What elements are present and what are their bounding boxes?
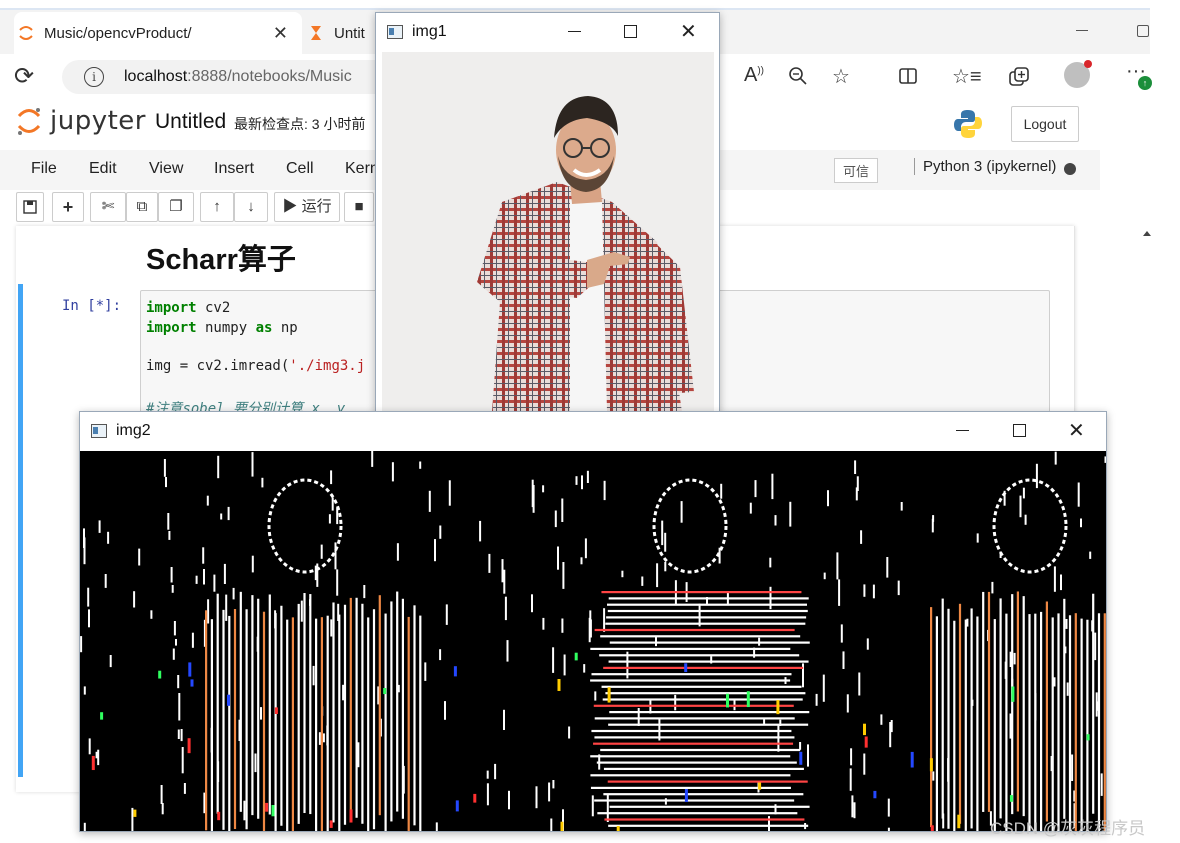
trusted-badge[interactable]: 可信 (834, 158, 879, 183)
add-cell-button[interactable]: + (52, 192, 84, 222)
url-path: :8888/notebooks/Music (187, 68, 352, 85)
update-badge: ↑ (1138, 76, 1152, 90)
stop-icon: ■ (354, 198, 364, 215)
move-down-icon: ↓ (247, 198, 255, 215)
person-photo (477, 96, 694, 412)
copy-button[interactable]: ⧉ (126, 192, 158, 222)
minimize-icon[interactable] (956, 430, 969, 431)
csdn-watermark: CSDN @灰灰程序员 (990, 819, 1146, 838)
cut-button[interactable]: ✄ (90, 192, 126, 222)
menu-cell[interactable]: Cell (286, 160, 314, 178)
close-tab-icon[interactable]: ✕ (273, 23, 288, 44)
hourglass-icon (311, 26, 321, 40)
kernel-busy-indicator (1064, 163, 1076, 175)
cv-app-icon (387, 25, 403, 39)
profile-avatar[interactable] (1064, 60, 1092, 88)
menu-edit[interactable]: Edit (89, 160, 117, 178)
scharr-edge-image (80, 451, 1106, 831)
cell-prompt: In [*]: (62, 298, 122, 314)
jupyter-logo-icon[interactable] (16, 106, 42, 136)
reload-icon[interactable]: ⟳ (14, 62, 34, 91)
close-icon[interactable]: ✕ (680, 19, 697, 43)
cv-window-titlebar[interactable]: img1 ✕ (376, 13, 719, 51)
python-logo-icon (954, 110, 982, 138)
favorite-icon[interactable]: ☆ (832, 64, 850, 89)
menu-kernel[interactable]: Kern (345, 160, 379, 178)
move-up-button[interactable]: ↑ (200, 192, 234, 222)
photo-canvas (382, 52, 714, 412)
browser-tab-notebook[interactable]: Music/opencvProduct/ ✕ (14, 12, 302, 54)
code-line: import numpy as np (146, 320, 298, 336)
zoom-icon[interactable] (788, 66, 808, 86)
read-aloud-icon[interactable]: A)) (744, 64, 764, 87)
cv-window-titlebar[interactable]: img2 ✕ (80, 412, 1106, 450)
checkpoint-status: 最新检查点: 3 小时前 (234, 116, 366, 132)
info-icon[interactable]: i (84, 67, 104, 87)
cv-window-title: img2 (116, 422, 151, 439)
move-up-icon: ↑ (213, 198, 221, 215)
notebook-title[interactable]: Untitled (155, 110, 226, 134)
maximize-icon[interactable] (624, 25, 637, 38)
paste-icon: ❐ (169, 198, 183, 215)
minimize-icon[interactable] (1076, 30, 1088, 31)
jupyter-tab-icon (19, 26, 33, 40)
logout-button[interactable]: Logout (1011, 106, 1079, 142)
url-text: localhost:8888/notebooks/Music (124, 68, 352, 86)
favorites-icon[interactable]: ☆≡ (952, 64, 982, 89)
close-icon[interactable]: ✕ (1068, 418, 1085, 442)
jupyter-logo-text[interactable]: jupyter (50, 106, 146, 136)
menu-view[interactable]: View (149, 160, 183, 178)
menu-insert[interactable]: Insert (214, 160, 254, 178)
cv-window-img1[interactable]: img1 ✕ (375, 12, 720, 414)
save-icon (23, 200, 37, 214)
collections-icon[interactable] (1008, 66, 1030, 88)
paste-button[interactable]: ❐ (158, 192, 194, 222)
tab-title: Untit (334, 24, 365, 42)
cut-icon: ✄ (101, 198, 115, 215)
maximize-icon[interactable] (1013, 424, 1026, 437)
restore-icon[interactable] (1137, 25, 1149, 37)
stop-button[interactable]: ■ (344, 192, 374, 222)
menu-file[interactable]: File (31, 160, 57, 178)
code-line: import cv2 (146, 300, 231, 316)
run-button[interactable]: ▶ 运行 (274, 192, 340, 222)
edge-result-canvas (80, 451, 1106, 831)
scroll-up-arrow-icon[interactable] (1143, 231, 1151, 236)
markdown-heading[interactable]: Scharr算子 (146, 236, 296, 278)
url-host: localhost (124, 68, 188, 85)
kernel-name[interactable]: Python 3 (ipykernel) (914, 158, 1056, 175)
save-button[interactable] (16, 192, 44, 222)
move-down-button[interactable]: ↓ (234, 192, 268, 222)
cv-app-icon (91, 424, 107, 438)
copy-icon: ⧉ (136, 198, 148, 215)
tab-title: Music/opencvProduct/ (44, 24, 192, 42)
add-cell-icon: + (62, 197, 74, 217)
cv-window-title: img1 (412, 23, 447, 40)
split-screen-icon[interactable] (898, 66, 918, 86)
browser-tab-untitled[interactable]: Untit (304, 12, 384, 54)
code-line: img = cv2.imread('./img3.j (146, 358, 366, 374)
cv-window-img2[interactable]: img2 ✕ (79, 411, 1107, 832)
minimize-icon[interactable] (568, 31, 581, 32)
